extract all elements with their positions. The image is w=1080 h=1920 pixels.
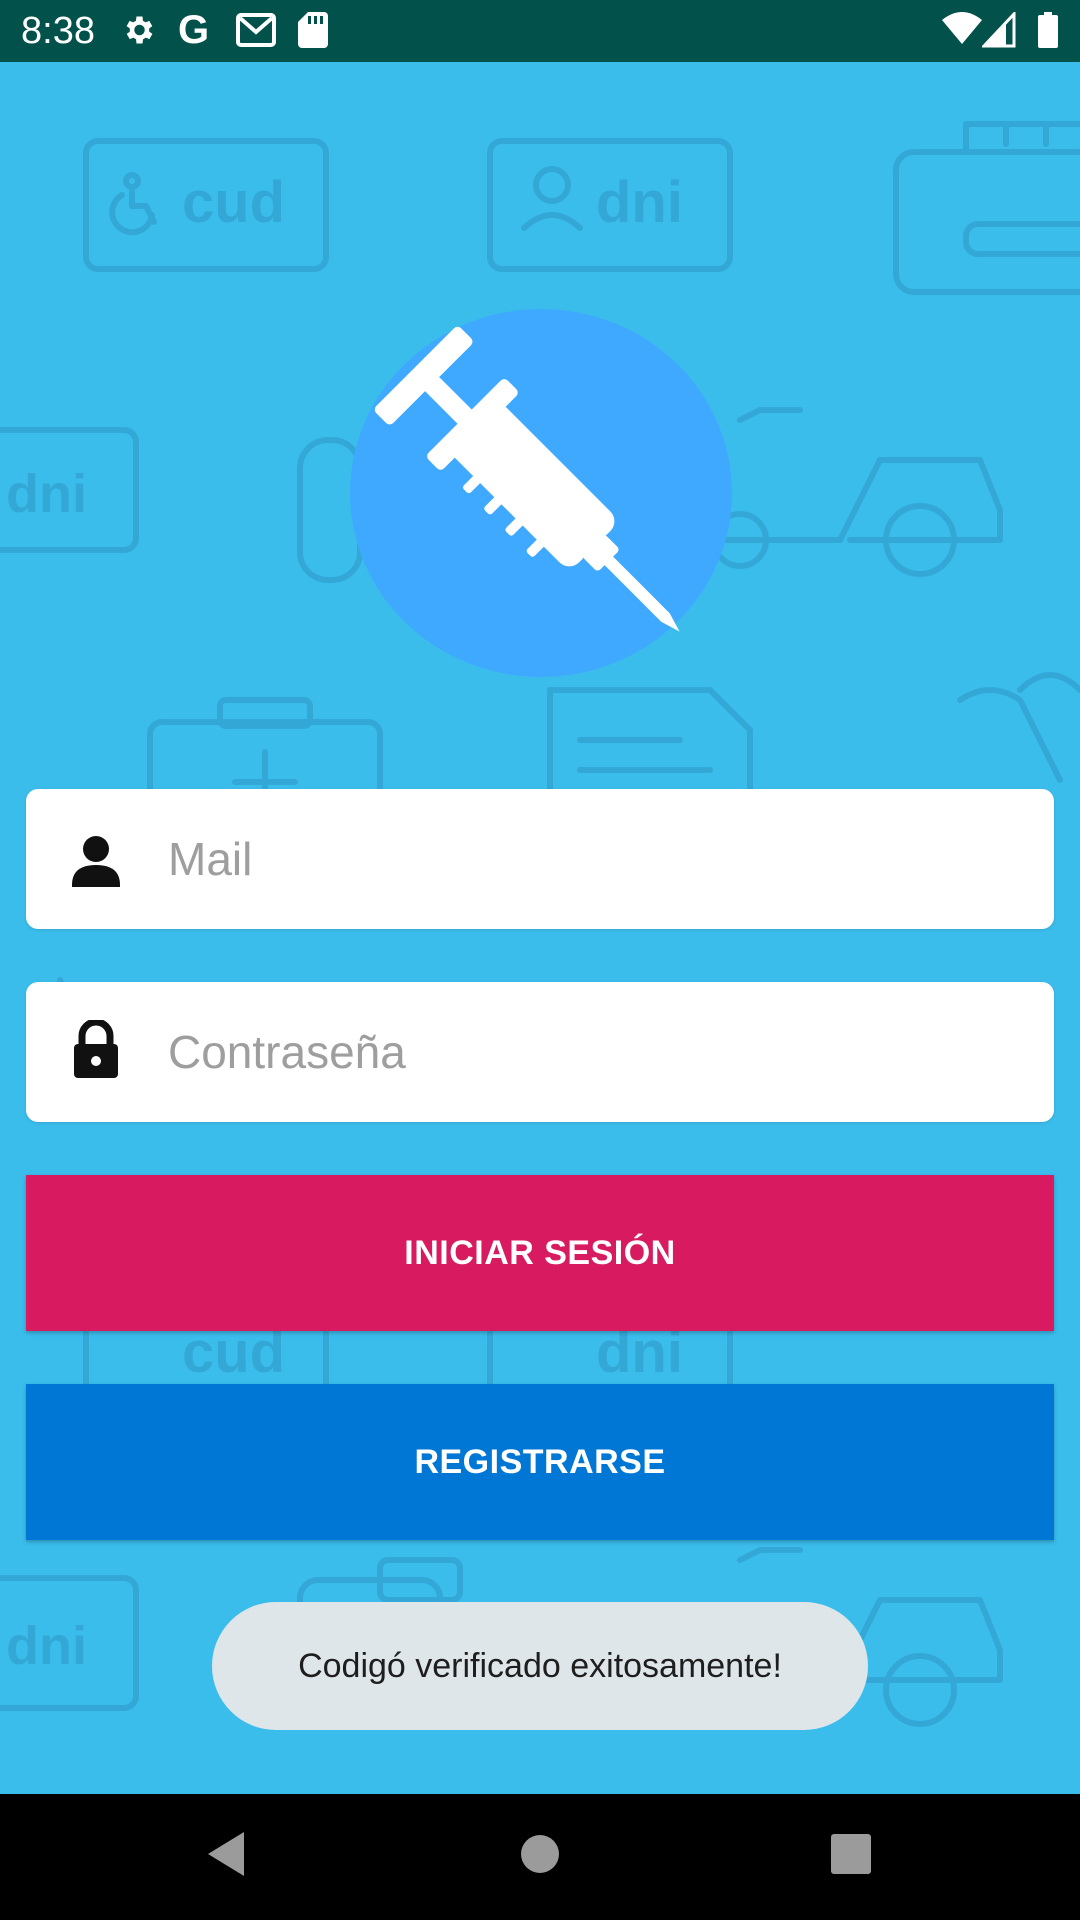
svg-text:dni: dni bbox=[596, 170, 683, 235]
gear-icon bbox=[120, 12, 156, 53]
navigation-bar bbox=[0, 1794, 1080, 1920]
mail-field-container bbox=[26, 789, 1054, 929]
svg-text:dni: dni bbox=[6, 1616, 87, 1676]
svg-text:cud: cud bbox=[182, 170, 285, 235]
password-field-container bbox=[26, 982, 1054, 1122]
home-icon[interactable] bbox=[520, 1830, 560, 1883]
register-button[interactable]: REGISTRARSE bbox=[26, 1384, 1054, 1540]
toast-text: Codigó verificado exitosamente! bbox=[298, 1646, 782, 1685]
password-input[interactable] bbox=[142, 982, 1022, 1122]
google-icon: G bbox=[178, 8, 210, 52]
battery-icon bbox=[1038, 12, 1058, 53]
status-bar: 8:38 G bbox=[0, 0, 1080, 62]
gmail-icon bbox=[236, 12, 276, 53]
scooter-pattern-icon bbox=[711, 407, 1003, 577]
recents-icon[interactable] bbox=[830, 1830, 872, 1883]
login-button[interactable]: INICIAR SESIÓN bbox=[26, 1175, 1054, 1331]
mail-input[interactable] bbox=[142, 789, 1022, 929]
toast-message: Codigó verificado exitosamente! bbox=[212, 1602, 868, 1730]
app-logo bbox=[350, 309, 732, 677]
back-icon[interactable] bbox=[204, 1830, 248, 1883]
status-time: 8:38 bbox=[21, 10, 95, 52]
sd-card-icon bbox=[298, 12, 328, 53]
wallet-pattern-icon bbox=[893, 121, 1080, 295]
person-icon bbox=[70, 833, 122, 889]
svg-text:dni: dni bbox=[6, 464, 87, 524]
lock-icon bbox=[70, 1018, 122, 1082]
signal-icon bbox=[980, 10, 1016, 53]
wifi-icon bbox=[942, 10, 982, 51]
syringe-icon bbox=[374, 326, 680, 632]
